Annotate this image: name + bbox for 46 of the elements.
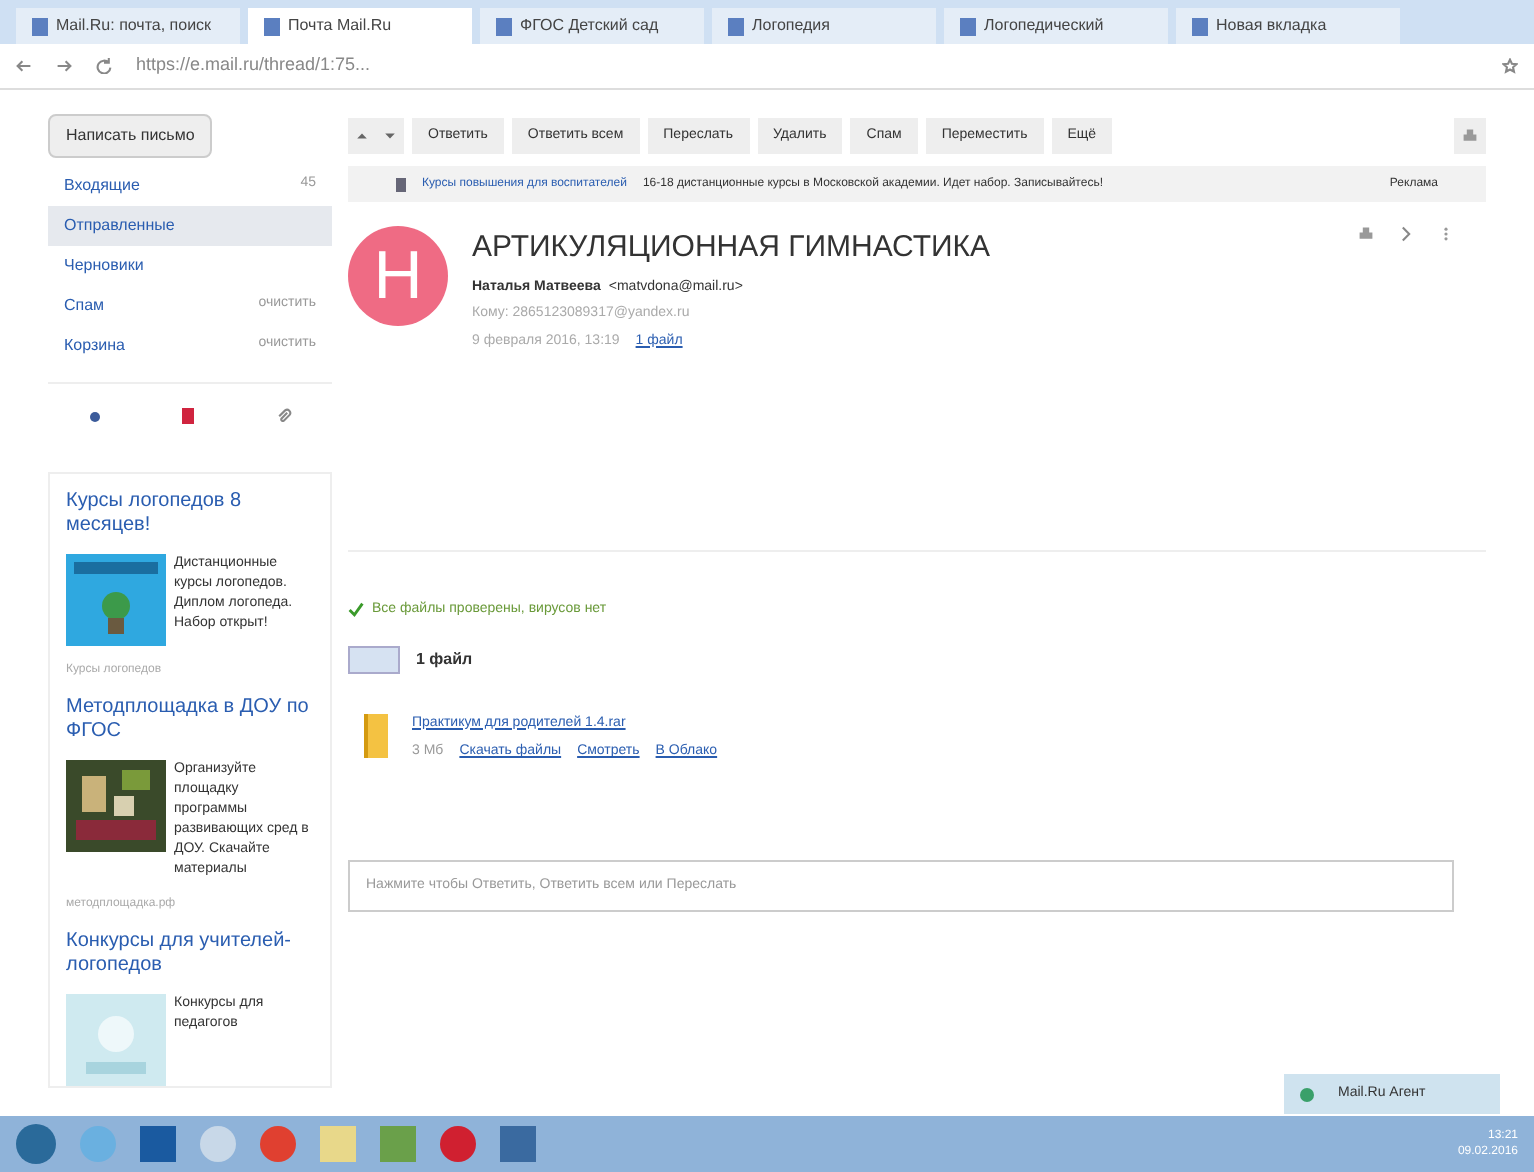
page-icon	[728, 17, 744, 35]
folder-label: Входящие	[64, 174, 140, 198]
folder-item[interactable]: Черновики	[48, 246, 332, 286]
avatar: Н	[348, 226, 448, 326]
start-icon[interactable]	[16, 1124, 56, 1164]
browser-tab[interactable]: Логопедический	[944, 8, 1168, 44]
ad-title[interactable]: Курсы логопедов 8 месяцев!	[66, 490, 314, 538]
ad-title[interactable]: Конкурсы для учителей-логопедов	[66, 930, 314, 978]
browser-tab[interactable]: Mail.Ru: почта, поиск	[16, 8, 240, 44]
browser-tab[interactable]: Новая вкладка	[1176, 8, 1400, 44]
printer-icon[interactable]	[1462, 128, 1478, 144]
folder-item[interactable]: Отправленные	[48, 206, 332, 246]
folder-label: Черновики	[64, 254, 144, 278]
browser-tab[interactable]: Логопедия	[712, 8, 936, 44]
check-icon	[348, 602, 364, 619]
reload-icon[interactable]	[96, 58, 112, 74]
page-icon	[32, 17, 48, 35]
files-count: 1 файл	[416, 647, 473, 671]
forward-icon[interactable]	[56, 58, 72, 74]
address-field[interactable]: https://e.mail.ru/thread/1:75...	[136, 52, 1478, 80]
print-icon[interactable]	[1358, 226, 1374, 242]
page-icon	[496, 17, 512, 35]
app-icon[interactable]	[200, 1126, 236, 1162]
browser-tab[interactable]: Почта Mail.Ru	[248, 8, 472, 44]
down-arrow-icon[interactable]	[384, 130, 396, 142]
page-icon	[960, 17, 976, 35]
ad-icon	[396, 177, 406, 191]
back-icon[interactable]	[16, 58, 32, 74]
up-arrow-icon[interactable]	[356, 130, 368, 142]
folder-label: Корзина	[64, 334, 125, 358]
compose-button[interactable]: Написать письмо	[48, 114, 213, 158]
flag-icon[interactable]	[181, 408, 193, 424]
app-icon[interactable]	[440, 1126, 476, 1162]
star-icon[interactable]	[1502, 58, 1518, 74]
page-icon	[264, 17, 280, 35]
page-icon	[1192, 17, 1208, 35]
folder-label: Спам	[64, 294, 105, 318]
browser-tab[interactable]: ФГОС Детский сад	[480, 8, 704, 44]
paperclip-icon[interactable]	[275, 408, 291, 424]
print-button[interactable]	[1454, 118, 1486, 154]
chevron-icon[interactable]	[1398, 226, 1414, 242]
folder-label: Отправленные	[64, 214, 175, 238]
files-icon[interactable]	[348, 645, 400, 673]
app-icon[interactable]	[260, 1126, 296, 1162]
message-subject: АРТИКУЛЯЦИОННАЯ ГИМНАСТИКА	[472, 228, 993, 268]
ad-title[interactable]: Методплощадка в ДОУ по ФГОС	[66, 696, 314, 744]
